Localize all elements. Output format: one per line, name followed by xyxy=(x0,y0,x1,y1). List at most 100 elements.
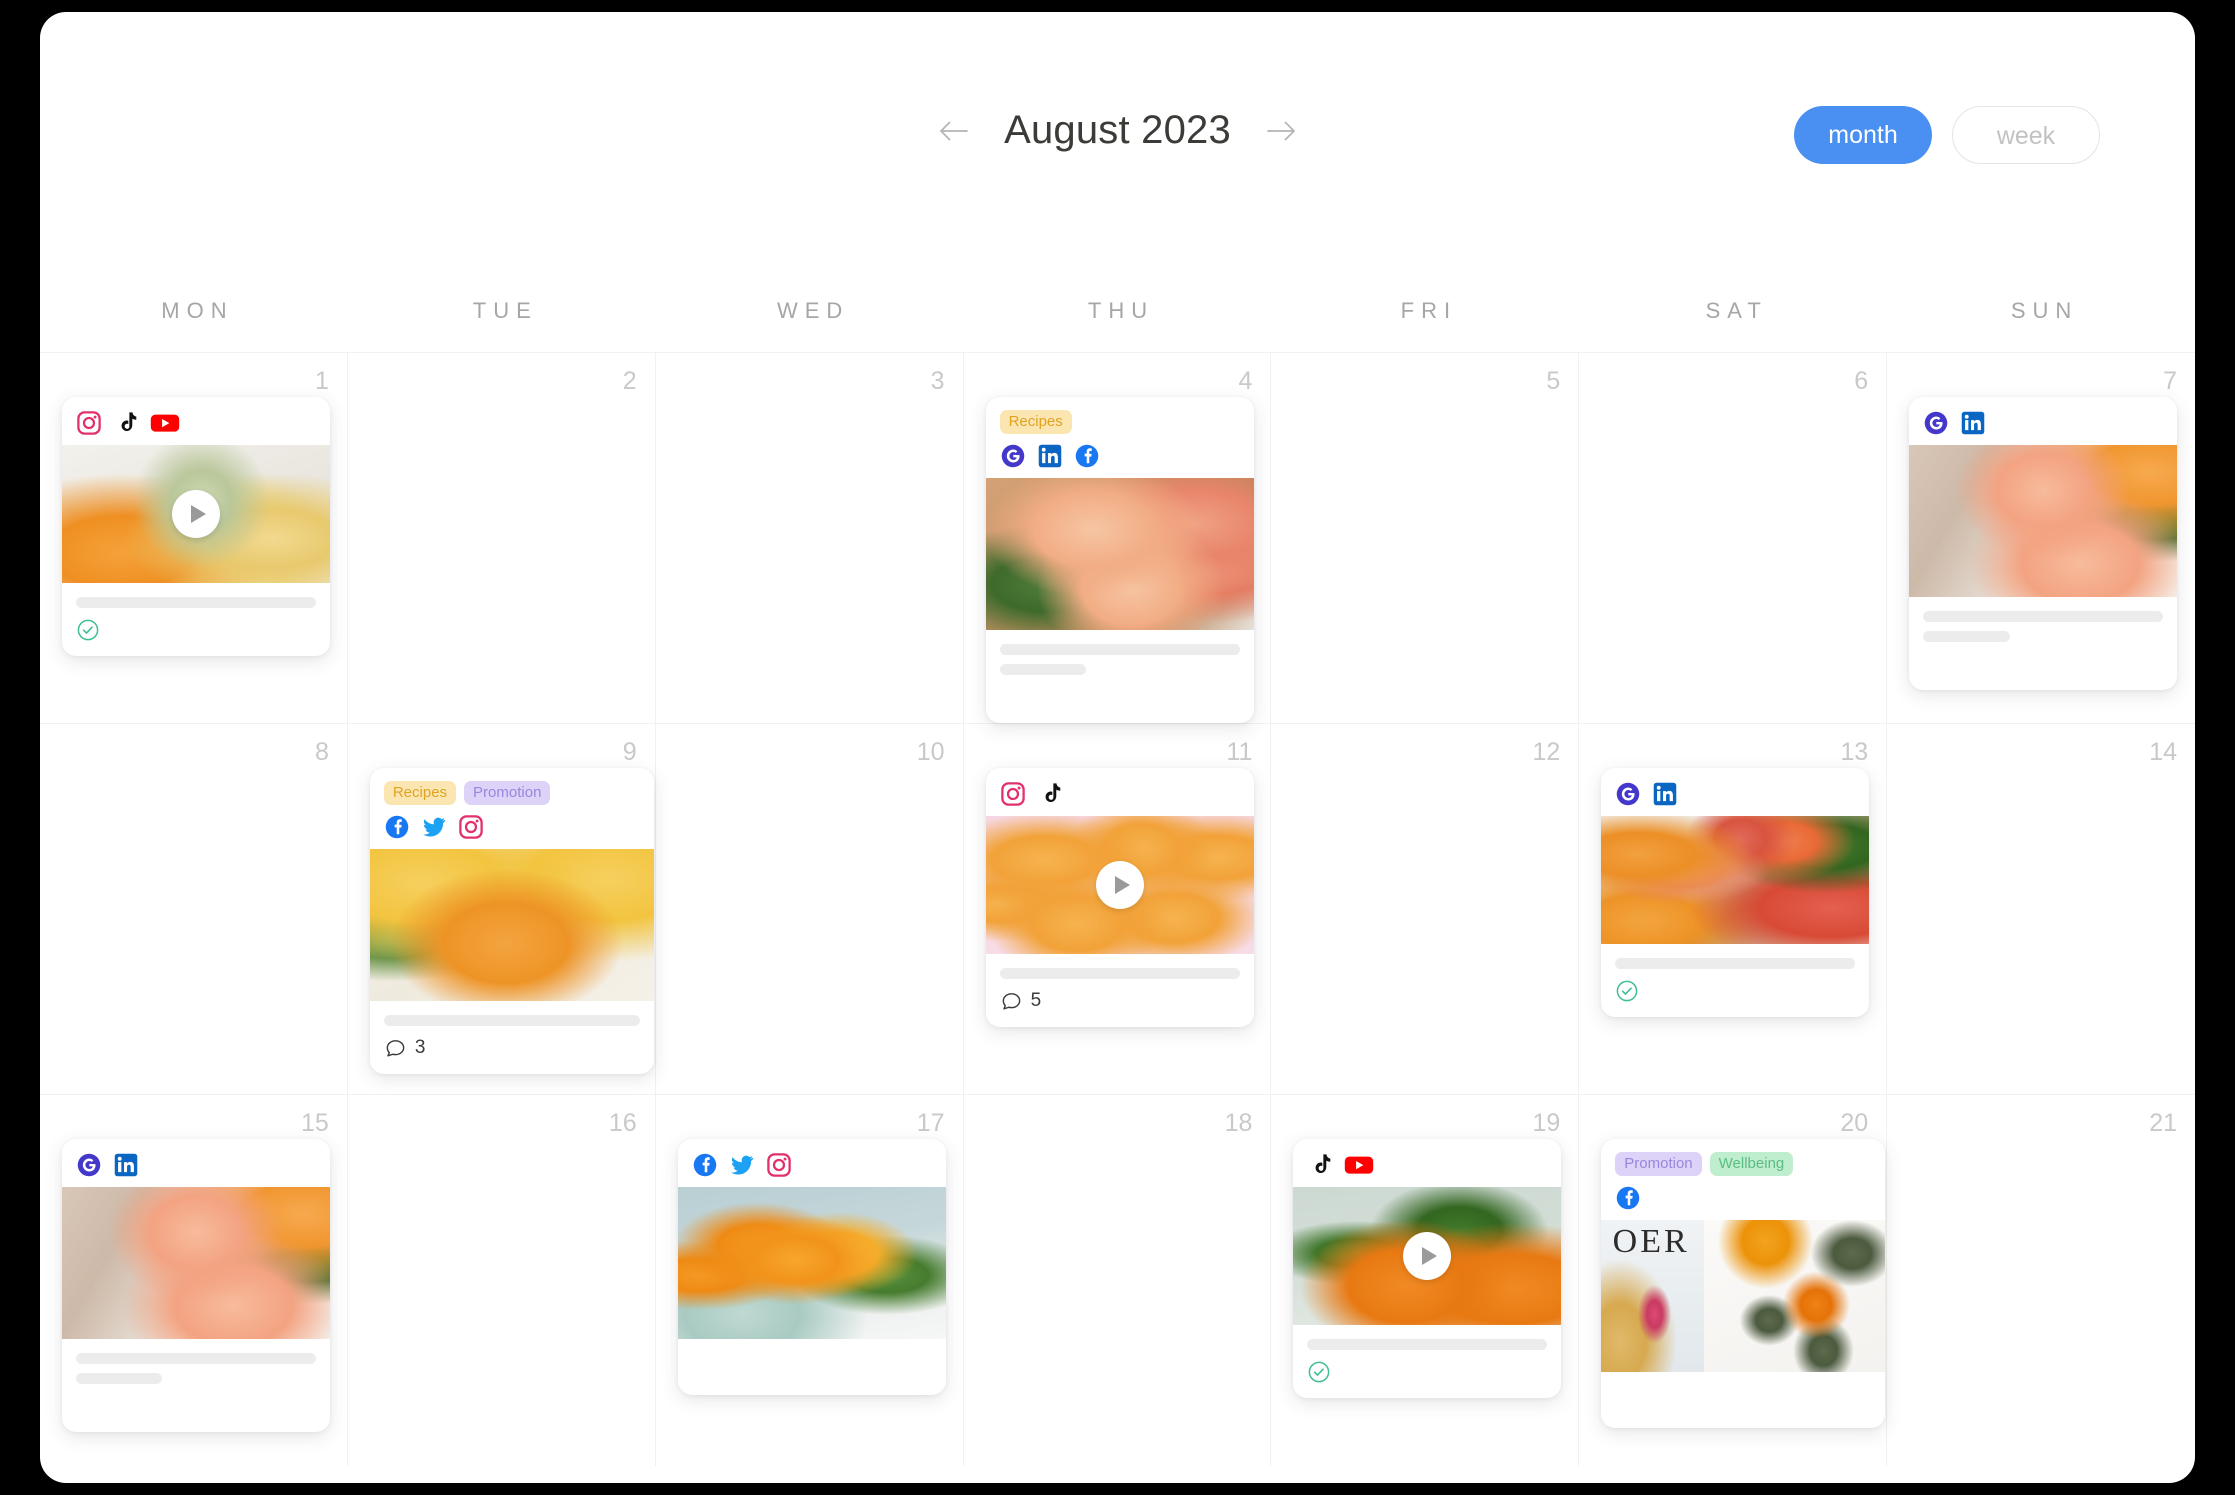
date-number: 8 xyxy=(314,738,329,766)
approved-check-icon xyxy=(1615,979,1639,1003)
day-cell-19[interactable]: 19 xyxy=(1271,1095,1580,1466)
post-media-thumbnail[interactable] xyxy=(62,445,330,583)
instagram-icon[interactable] xyxy=(76,410,102,436)
tab-week-view[interactable]: week xyxy=(1952,106,2100,164)
post-card-header xyxy=(1293,1139,1561,1187)
day-cell-10[interactable]: 10 xyxy=(655,724,964,1095)
weekday-label-sun: SUN xyxy=(2010,298,2079,323)
next-month-arrow-icon[interactable] xyxy=(1259,109,1303,153)
page-title: August 2023 xyxy=(1004,108,1231,152)
day-cell-13[interactable]: 13 xyxy=(1579,724,1888,1095)
post-media-thumbnail[interactable] xyxy=(1601,816,1870,944)
google-icon[interactable] xyxy=(1923,410,1949,436)
date-number: 21 xyxy=(2149,1109,2177,1137)
tag-recipes[interactable]: Recipes xyxy=(999,410,1072,435)
post-card[interactable]: Recipes xyxy=(985,397,1254,724)
post-card-body xyxy=(1601,944,1869,1017)
post-card[interactable] xyxy=(1601,768,1870,1017)
post-card[interactable] xyxy=(62,1139,330,1432)
prev-month-arrow-icon[interactable] xyxy=(932,109,976,153)
twitter-icon[interactable] xyxy=(729,1152,755,1178)
day-cell-1[interactable]: 1 xyxy=(40,353,348,724)
caption-placeholder-bar xyxy=(999,664,1086,676)
day-cell-11[interactable]: 11 5 xyxy=(963,724,1272,1095)
tiktok-icon[interactable] xyxy=(1307,1152,1333,1178)
linkedin-icon[interactable] xyxy=(113,1152,139,1178)
post-media-thumbnail[interactable] xyxy=(677,1187,946,1339)
day-cell-18[interactable]: 18 xyxy=(964,1095,1272,1466)
post-card[interactable]: 5 xyxy=(985,768,1254,1027)
day-cell-15[interactable]: 15 xyxy=(40,1095,348,1466)
day-cell-16[interactable]: 16 xyxy=(348,1095,656,1466)
play-icon[interactable] xyxy=(172,490,220,538)
post-card-header: Promotion Wellbeing xyxy=(1601,1139,1885,1220)
day-cell-4[interactable]: 4 Recipes xyxy=(963,353,1272,724)
post-card[interactable]: Recipes Promotion 3 xyxy=(369,768,654,1075)
post-card[interactable] xyxy=(677,1139,946,1395)
caption-placeholder-bar xyxy=(76,597,316,608)
linkedin-icon[interactable] xyxy=(1652,781,1678,807)
post-media-thumbnail[interactable] xyxy=(369,849,654,1002)
post-media-thumbnail[interactable] xyxy=(985,478,1254,631)
caption-placeholder-bar xyxy=(76,1353,316,1364)
day-cell-17[interactable]: 17 xyxy=(656,1095,964,1466)
day-cell-5[interactable]: 5 xyxy=(1271,353,1580,724)
twitter-icon[interactable] xyxy=(421,814,447,840)
post-media-thumbnail[interactable]: OER xyxy=(1601,1220,1886,1373)
day-cell-2[interactable]: 2 xyxy=(347,353,656,724)
post-media-thumbnail[interactable] xyxy=(985,816,1254,954)
tag-promotion[interactable]: Promotion xyxy=(1615,1152,1702,1177)
tag-row: Recipes Promotion xyxy=(383,781,640,806)
google-icon[interactable] xyxy=(76,1152,102,1178)
post-card-body xyxy=(62,1339,330,1432)
day-cell-7[interactable]: 7 xyxy=(1887,353,2195,724)
social-channel-row xyxy=(76,410,316,436)
day-cell-3[interactable]: 3 xyxy=(655,353,964,724)
day-cell-9[interactable]: 9 Recipes Promotion 3 xyxy=(347,724,656,1095)
play-icon[interactable] xyxy=(1403,1232,1452,1280)
facebook-icon[interactable] xyxy=(384,814,410,840)
tab-month-view[interactable]: month xyxy=(1794,106,1932,164)
post-card[interactable] xyxy=(62,397,330,656)
tag-recipes[interactable]: Recipes xyxy=(383,781,457,806)
post-media-thumbnail[interactable] xyxy=(62,1187,330,1339)
post-card[interactable] xyxy=(1293,1139,1562,1398)
google-icon[interactable] xyxy=(1000,443,1026,469)
facebook-icon[interactable] xyxy=(692,1152,718,1178)
instagram-icon[interactable] xyxy=(766,1152,792,1178)
post-card-body xyxy=(678,1339,946,1395)
youtube-icon[interactable] xyxy=(150,410,180,436)
google-icon[interactable] xyxy=(1615,781,1641,807)
day-cell-14[interactable]: 14 xyxy=(1887,724,2195,1095)
caption-placeholder-bar xyxy=(1923,611,2164,622)
day-cell-12[interactable]: 12 xyxy=(1271,724,1580,1095)
tag-row: Recipes xyxy=(999,410,1240,435)
comment-bubble-icon xyxy=(384,1037,407,1060)
linkedin-icon[interactable] xyxy=(1037,443,1063,469)
post-card-footer xyxy=(692,1356,932,1382)
post-media-thumbnail[interactable] xyxy=(1909,445,2178,597)
linkedin-icon[interactable] xyxy=(1960,410,1986,436)
facebook-icon[interactable] xyxy=(1074,443,1100,469)
instagram-icon[interactable] xyxy=(458,814,484,840)
facebook-icon[interactable] xyxy=(1615,1185,1641,1211)
post-media-thumbnail[interactable] xyxy=(1293,1187,1562,1325)
post-card[interactable]: Promotion Wellbeing OER xyxy=(1601,1139,1886,1429)
youtube-icon[interactable] xyxy=(1344,1152,1374,1178)
post-card-body xyxy=(986,630,1254,723)
day-cell-20[interactable]: 20 Promotion Wellbeing OER xyxy=(1579,1095,1888,1466)
instagram-icon[interactable] xyxy=(1000,781,1026,807)
tag-wellbeing[interactable]: Wellbeing xyxy=(1709,1152,1794,1177)
day-cell-6[interactable]: 6 xyxy=(1579,353,1888,724)
tiktok-icon[interactable] xyxy=(1037,781,1063,807)
tag-promotion[interactable]: Promotion xyxy=(464,781,551,806)
social-channel-row xyxy=(1000,781,1240,807)
day-cell-21[interactable]: 21 xyxy=(1887,1095,2195,1466)
day-cell-8[interactable]: 8 xyxy=(40,724,348,1095)
post-card[interactable] xyxy=(1909,397,2178,690)
tiktok-icon[interactable] xyxy=(113,410,139,436)
weekday-label-sat: SAT xyxy=(1705,298,1768,323)
caption-placeholder-bar xyxy=(1307,1339,1548,1350)
play-icon[interactable] xyxy=(1095,861,1144,909)
post-card-header xyxy=(62,1139,330,1187)
